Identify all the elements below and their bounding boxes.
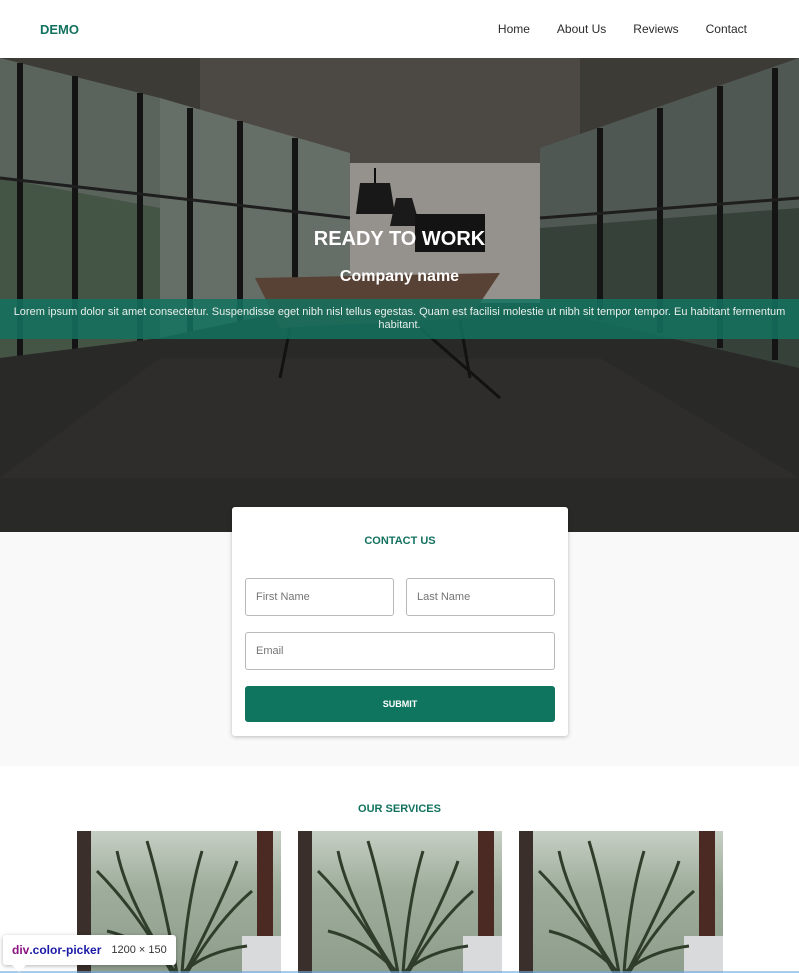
plant-photo bbox=[519, 831, 723, 973]
contact-title: CONTACT US bbox=[364, 535, 436, 547]
hero-title: READY TO WORK bbox=[313, 228, 486, 250]
nav-link-contact[interactable]: Contact bbox=[706, 22, 747, 36]
plant-photo bbox=[298, 831, 502, 973]
contact-form: CONTACT US SUBMIT bbox=[232, 507, 568, 736]
services-title: OUR SERVICES bbox=[358, 803, 441, 815]
inspector-tooltip: div .color-picker 1200 × 150 bbox=[3, 935, 176, 965]
hero-description: Lorem ipsum dolor sit amet consectetur. … bbox=[0, 299, 799, 339]
main-nav: Home About Us Reviews Contact bbox=[498, 22, 747, 36]
submit-button[interactable]: SUBMIT bbox=[245, 686, 555, 722]
nav-link-home[interactable]: Home bbox=[498, 22, 530, 36]
nav-link-about-us[interactable]: About Us bbox=[557, 22, 606, 36]
email-field[interactable] bbox=[245, 632, 555, 670]
service-card-image[interactable] bbox=[298, 831, 502, 973]
first-name-field[interactable] bbox=[245, 578, 394, 616]
hero-section: READY TO WORK Company name Lorem ipsum d… bbox=[0, 58, 799, 532]
service-card-image[interactable] bbox=[519, 831, 723, 973]
nav-link-reviews[interactable]: Reviews bbox=[633, 22, 678, 36]
inspector-tooltip-arrow bbox=[12, 965, 26, 972]
inspector-tag: div bbox=[12, 943, 30, 957]
company-name: Company name bbox=[339, 268, 460, 285]
inspector-class: .color-picker bbox=[29, 943, 102, 957]
navbar: DEMO Home About Us Reviews Contact bbox=[0, 0, 799, 58]
hero-office-image bbox=[0, 58, 799, 532]
logo[interactable]: DEMO bbox=[40, 22, 79, 37]
last-name-field[interactable] bbox=[406, 578, 555, 616]
inspector-dimensions: 1200 × 150 bbox=[111, 944, 167, 956]
